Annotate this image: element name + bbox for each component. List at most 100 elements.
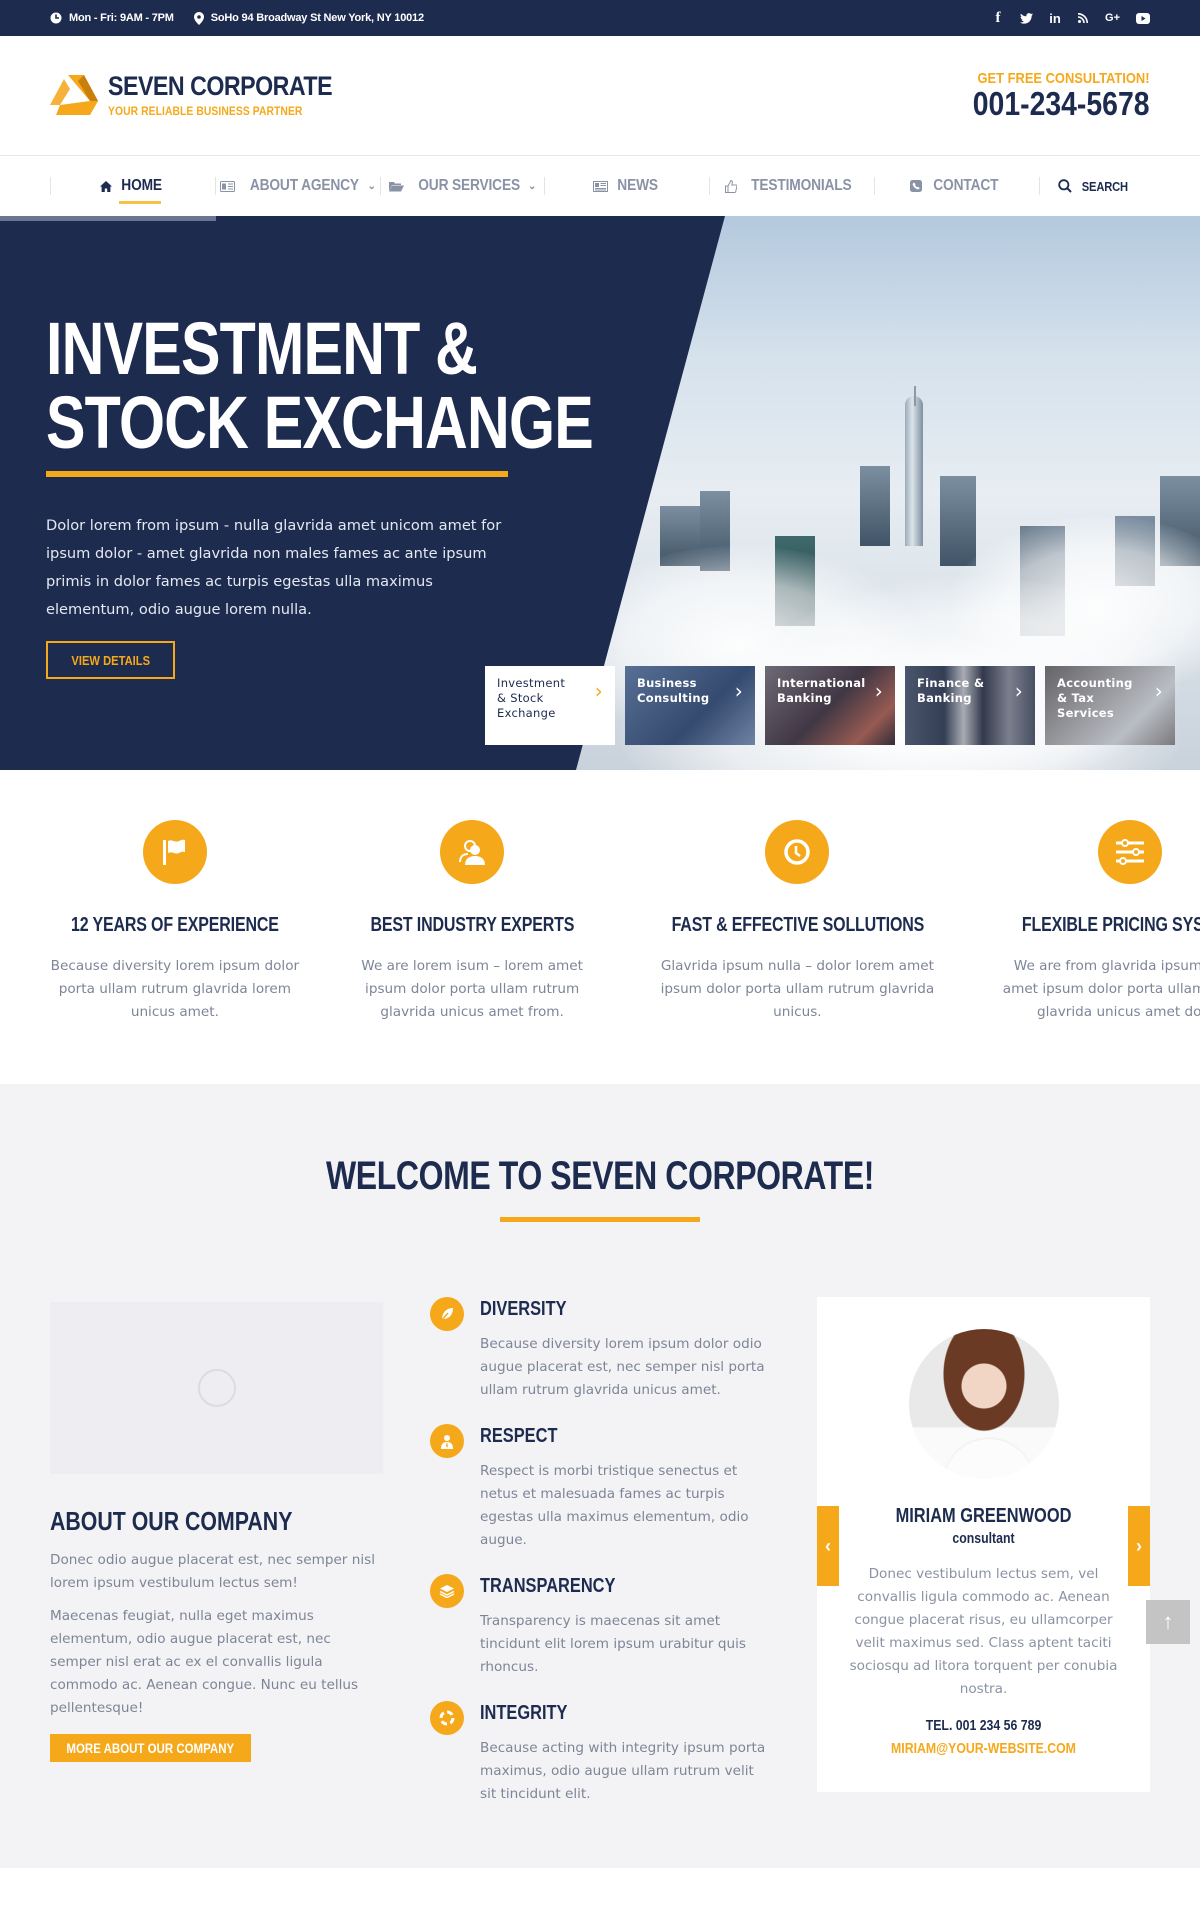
layers-icon [439, 1585, 455, 1598]
hero-title-line-2: STOCK EXCHANGE [46, 381, 594, 464]
search-button[interactable]: SEARCH [1040, 156, 1150, 216]
hero-title-line-1: INVESTMENT & [46, 307, 478, 390]
view-details-button[interactable]: VIEW DETAILS [46, 641, 175, 679]
features-section: 12 YEARS OF EXPERIENCE Because diversity… [0, 770, 1200, 1084]
team-member-avatar [908, 1329, 1059, 1479]
team-prev-button[interactable]: ‹ [817, 1506, 839, 1586]
value-text: Because diversity lorem ipsum dolor odio… [480, 1336, 765, 1398]
home-icon [100, 180, 113, 192]
sliders-icon [1115, 839, 1144, 865]
feature-solutions: FAST & EFFECTIVE SOLLUTIONS Glavrida ips… [620, 820, 976, 1024]
feature-title: BEST INDUSTRY EXPERTS [370, 914, 575, 936]
about-title: ABOUT OUR COMPANY [50, 1506, 293, 1536]
hero-title-underline [46, 471, 508, 477]
value-title: INTEGRITY [480, 1702, 568, 1724]
rss-icon[interactable] [1077, 13, 1089, 23]
slide-thumb-accounting-tax[interactable]: Accounting & Tax Services › [1045, 666, 1175, 745]
team-member-email[interactable]: MIRIAM@YOUR-WEBSITE.COM [872, 1740, 1096, 1757]
feature-experts: BEST INDUSTRY EXPERTS We are lorem isum … [325, 820, 620, 1024]
value-icon-badge [430, 1574, 464, 1608]
nav-item-testimonials[interactable]: TESTIMONIALS [710, 156, 874, 216]
nav-item-home[interactable]: HOME [51, 156, 215, 216]
more-about-company-button[interactable]: MORE ABOUT OUR COMPANY [50, 1734, 251, 1762]
value-item-diversity: DIVERSITY Because diversity lorem ipsum … [430, 1297, 770, 1402]
feature-title: FLEXIBLE PRICING SYSTEM [1022, 914, 1200, 936]
about-paragraph-2: Maecenas feugiat, nulla eget maximus ele… [50, 1608, 359, 1716]
slide-thumb-finance-banking[interactable]: Finance & Banking › [905, 666, 1035, 745]
value-item-transparency: TRANSPARENCY Transparency is maecenas si… [430, 1574, 770, 1679]
life-ring-icon [439, 1710, 455, 1726]
map-marker-icon [193, 11, 204, 25]
leaf-icon [440, 1308, 453, 1322]
value-icon-badge [430, 1701, 464, 1735]
team-member-phone[interactable]: TEL. 001 234 56 789 [872, 1717, 1096, 1734]
nav-item-our-services[interactable]: OUR SERVICES ⌄ [381, 156, 545, 216]
welcome-title: WELCOME TO SEVEN CORPORATE! [325, 1154, 875, 1198]
nav-item-label: HOME [121, 177, 163, 194]
business-hours-text: Mon - Fri: 9AM - 7PM [69, 12, 174, 24]
newspaper-icon [593, 180, 609, 192]
slide-progress-fill [0, 216, 216, 221]
chevron-down-icon: ⌄ [527, 180, 537, 192]
video-player[interactable] [50, 1302, 383, 1474]
arrow-up-icon: ↑ [1162, 1609, 1174, 1634]
chevron-right-icon: › [1154, 679, 1163, 703]
value-text: Respect is morbi tristique senectus et n… [480, 1463, 749, 1548]
feature-icon-badge [440, 820, 505, 884]
welcome-section: WELCOME TO SEVEN CORPORATE! ABOUT OUR CO… [0, 1084, 1200, 1868]
folder-open-icon [388, 181, 404, 191]
chevron-right-icon: › [1136, 1535, 1142, 1556]
main-nav: HOME ABOUT AGENCY ⌄ OUR SERVICES ⌄ NEWS … [0, 156, 1200, 216]
facebook-icon[interactable]: f [992, 10, 1004, 27]
about-company-column: ABOUT OUR COMPANY Donec odio augue place… [50, 1302, 383, 1828]
slide-thumb-international-banking[interactable]: International Banking › [765, 666, 895, 745]
hero-slider: INVESTMENT & STOCK EXCHANGE Dolor lorem … [0, 216, 1200, 770]
address: SoHo 94 Broadway St New York, NY 10012 [193, 11, 424, 25]
youtube-icon[interactable] [1136, 12, 1150, 24]
logo[interactable]: SEVEN CORPORATE YOUR RELIABLE BUSINESS P… [50, 73, 369, 118]
nav-item-about-agency[interactable]: ABOUT AGENCY ⌄ [216, 156, 380, 216]
scroll-to-top-button[interactable]: ↑ [1146, 1600, 1190, 1644]
view-details-label: VIEW DETAILS [71, 652, 150, 668]
value-title: TRANSPARENCY [480, 1575, 616, 1597]
slide-progress-bar [0, 216, 1200, 221]
logo-mark-icon [50, 74, 98, 115]
twitter-icon[interactable] [1020, 12, 1034, 24]
chevron-left-icon: ‹ [825, 1535, 831, 1556]
feature-icon-badge [1097, 820, 1162, 884]
phone-square-icon [910, 180, 923, 192]
team-next-button[interactable]: › [1128, 1506, 1150, 1586]
value-item-integrity: INTEGRITY Because acting with integrity … [430, 1701, 770, 1806]
nav-item-label: OUR SERVICES [418, 177, 520, 194]
nav-item-news[interactable]: NEWS [545, 156, 709, 216]
nav-item-contact[interactable]: CONTACT [875, 156, 1039, 216]
consultation-phone[interactable]: 001-234-5678 [973, 86, 1150, 122]
search-icon [1058, 179, 1072, 193]
slide-thumb-investment[interactable]: Investment & Stock Exchange › [485, 666, 615, 745]
linkedin-icon[interactable]: in [1049, 11, 1061, 26]
hero-title: INVESTMENT & STOCK EXCHANGE [46, 312, 594, 460]
team-member-card: MIRIAM GREENWOOD consultant Donec vestib… [817, 1297, 1150, 1792]
top-bar: Mon - Fri: 9AM - 7PM SoHo 94 Broadway St… [0, 0, 1200, 36]
feature-icon-badge [142, 820, 207, 884]
slide-thumb-business-consulting[interactable]: Business Consulting › [625, 666, 755, 745]
business-hours: Mon - Fri: 9AM - 7PM [50, 12, 174, 24]
slide-thumb-label: Finance & Banking [917, 676, 985, 705]
search-label: SEARCH [1081, 178, 1129, 194]
value-title: RESPECT [480, 1425, 558, 1447]
brand-tagline: YOUR RELIABLE BUSINESS PARTNER [108, 104, 303, 118]
google-plus-icon[interactable]: G+ [1105, 12, 1120, 24]
value-item-respect: RESPECT Respect is morbi tristique senec… [430, 1424, 770, 1552]
feature-title: 12 YEARS OF EXPERIENCE [70, 914, 279, 936]
feature-icon-badge [765, 820, 830, 884]
slide-thumb-label: Accounting & Tax Services [1057, 676, 1133, 720]
thumbs-up-icon [724, 179, 737, 193]
value-text: Because acting with integrity ipsum port… [480, 1740, 766, 1802]
brand-name: SEVEN CORPORATE [108, 71, 333, 101]
value-icon-badge [430, 1424, 464, 1458]
slide-thumbnails: Investment & Stock Exchange › Business C… [485, 666, 1175, 745]
address-text: SoHo 94 Broadway St New York, NY 10012 [210, 12, 424, 24]
user-tie-icon [441, 1434, 453, 1449]
consultation-block: GET FREE CONSULTATION! 001-234-5678 [944, 70, 1150, 122]
flag-icon [162, 839, 185, 865]
